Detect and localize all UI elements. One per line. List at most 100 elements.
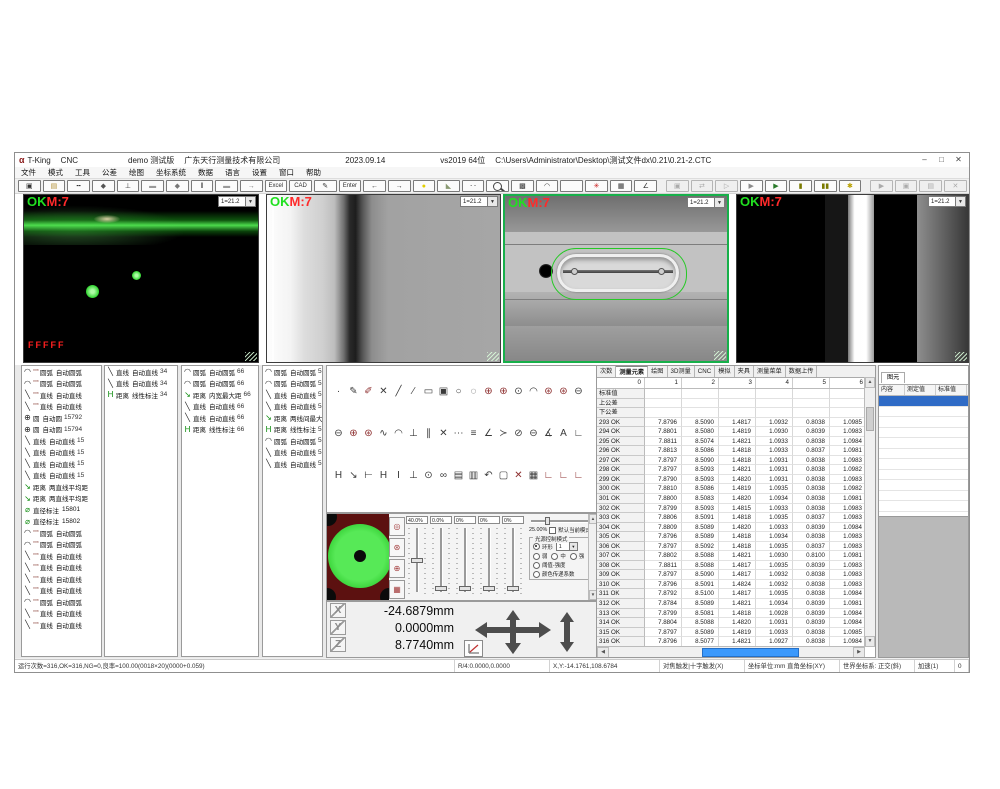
tolerance-row[interactable]: 下公差	[597, 408, 875, 418]
camera1-resize-grip[interactable]	[245, 352, 257, 361]
palette-tool-icon[interactable]: ⊛	[361, 426, 376, 441]
palette-tool-icon[interactable]: ✕	[511, 468, 526, 483]
table-vscrollbar[interactable]: ▲▼	[864, 377, 875, 647]
play-button[interactable]: ▶	[740, 180, 763, 192]
tab-次数[interactable]: 次数	[597, 366, 616, 377]
run-block-button[interactable]: ▮	[789, 180, 812, 192]
table-row[interactable]: 296 OK7.88138.50861.48181.09330.80371.09…	[597, 446, 875, 456]
palette-tool-icon[interactable]: ✐	[361, 384, 376, 399]
magnifier-button[interactable]	[486, 180, 509, 192]
table-row[interactable]: 309 OK7.87978.50901.48171.09320.80381.09…	[597, 570, 875, 580]
menu-绘图[interactable]: 绘图	[123, 167, 150, 178]
palette-tool-icon[interactable]: ∿	[376, 426, 391, 441]
default-mode-checkbox[interactable]	[549, 527, 556, 534]
tab-测量菜单[interactable]: 测量菜单	[754, 366, 786, 377]
palette-tool-icon[interactable]: ⊖	[571, 384, 586, 399]
tab-夹具[interactable]: 夹具	[735, 366, 754, 377]
laser-star-button[interactable]: ✳	[585, 180, 608, 192]
gray-block-2-button[interactable]: ▬	[215, 180, 238, 192]
slider-track[interactable]	[406, 526, 428, 596]
palette-tool-icon[interactable]: ╱	[391, 384, 406, 399]
list-item[interactable]: ╲***直线自动直线	[22, 562, 101, 574]
ring-index-dropdown[interactable]: 1▼	[556, 542, 578, 551]
palette-tool-icon[interactable]: H	[376, 468, 391, 483]
play-to-end-button[interactable]: ▶	[765, 180, 788, 192]
table-row[interactable]: 297 OK7.87978.50901.48181.09310.80381.09…	[597, 456, 875, 466]
list-item[interactable]: ◠***圆弧自动圆弧	[22, 366, 101, 378]
palette-tool-icon[interactable]: ▤	[451, 468, 466, 483]
list-item[interactable]: ╲直线自动直线15	[22, 458, 101, 470]
palette-tool-icon[interactable]: ⊘	[511, 426, 526, 441]
element-row[interactable]	[879, 491, 968, 502]
palette-tool-icon[interactable]: ✕	[376, 384, 391, 399]
list-item[interactable]: ⌀直径标注15801	[22, 504, 101, 516]
palette-tool-icon[interactable]: ⊕	[481, 384, 496, 399]
list-item[interactable]: ╲直线自动直线55	[263, 458, 322, 470]
menu-坐标系统[interactable]: 坐标系统	[150, 167, 192, 178]
list-item[interactable]: ╲***直线自动直线	[22, 619, 101, 631]
camera3-resize-grip[interactable]	[714, 351, 726, 360]
palette-tool-icon[interactable]: H	[331, 468, 346, 483]
list-item[interactable]: ╲直线自动直线55	[263, 389, 322, 401]
tolerance-row[interactable]: 上公差	[597, 399, 875, 409]
menu-数据[interactable]: 数据	[192, 167, 219, 178]
palette-tool-icon[interactable]: ∟	[541, 468, 556, 483]
camera-panel-4[interactable]: OKM:7 1=21.2▼	[736, 194, 969, 363]
list-item[interactable]: ╲***直线自动直线	[22, 401, 101, 413]
table-row[interactable]: 293 OK7.87968.50901.48171.09320.80381.09…	[597, 418, 875, 428]
palette-tool-icon[interactable]: ∞	[436, 468, 451, 483]
master-brightness-slider[interactable]	[529, 516, 591, 525]
table-row[interactable]: 313 OK7.87998.50811.48181.09280.80391.09…	[597, 609, 875, 619]
tab-CNC[interactable]: CNC	[695, 366, 715, 377]
element-row[interactable]	[879, 459, 968, 470]
angle-display-button[interactable]	[464, 640, 483, 657]
list-item[interactable]: ╲***直线自动直线	[22, 550, 101, 562]
slider-track[interactable]	[454, 526, 476, 596]
slider-thumb[interactable]	[411, 558, 423, 563]
list-item[interactable]: ◠圆弧自动圆弧55	[263, 378, 322, 390]
slider-thumb[interactable]	[459, 586, 471, 591]
palette-tool-icon[interactable]: ▥	[466, 468, 481, 483]
open-folder-button[interactable]: ▤	[43, 180, 66, 192]
tab-模拟[interactable]: 模拟	[715, 366, 734, 377]
camera4-zoom-select[interactable]: 1=21.2▼	[928, 196, 966, 207]
curve-button[interactable]: ◠	[536, 180, 559, 192]
lamp-button[interactable]: ●	[413, 180, 436, 192]
menu-文件[interactable]: 文件	[15, 167, 42, 178]
menu-窗口[interactable]: 窗口	[273, 167, 300, 178]
palette-tool-icon[interactable]: ⋯	[451, 426, 466, 441]
slider-track[interactable]	[430, 526, 452, 596]
camera-panel-2[interactable]: OKM:7 1=21.2▼	[266, 194, 501, 363]
level-radio-强[interactable]	[570, 553, 577, 560]
palette-tool-icon[interactable]: ▢	[496, 468, 511, 483]
palette-tool-icon[interactable]: ↶	[481, 468, 496, 483]
arrow-right-button[interactable]: →	[388, 180, 411, 192]
angle-chart-button[interactable]: ∠	[634, 180, 657, 192]
cad-export-button[interactable]: CAD	[289, 180, 312, 192]
palette-tool-icon[interactable]: ⊕	[346, 426, 361, 441]
list-item[interactable]: ╲直线自动直线55	[263, 447, 322, 459]
title-bar[interactable]: α T-King CNC demo 测试版 广东天行测量技术有限公司 2023.…	[15, 153, 969, 167]
element-row[interactable]	[879, 417, 968, 428]
menu-模式[interactable]: 模式	[42, 167, 69, 178]
palette-tool-icon[interactable]: A	[556, 426, 571, 441]
palette-tool-icon[interactable]: I	[391, 468, 406, 483]
slider-track[interactable]	[478, 526, 500, 596]
jog-arrows[interactable]	[475, 610, 579, 659]
light-mode-button-2[interactable]: ⊛	[389, 538, 405, 557]
palette-tool-icon[interactable]: ∕	[406, 384, 421, 399]
palette-tool-icon[interactable]: ∟	[571, 468, 586, 483]
list-item[interactable]: ╲直线自动直线34	[105, 378, 177, 390]
scroll-up-icon[interactable]: ▲	[865, 377, 875, 388]
list-item[interactable]: ╲直线自动直线66	[182, 412, 258, 424]
table-row[interactable]: 311 OK7.87928.51001.48171.09350.80381.09…	[597, 589, 875, 599]
scroll-left-icon[interactable]: ◀	[597, 647, 609, 658]
palette-tool-icon[interactable]: ⊥	[406, 468, 421, 483]
palette-tool-icon[interactable]: ▦	[526, 468, 541, 483]
list-item[interactable]: ╲直线自动直线66	[182, 401, 258, 413]
list-item[interactable]: ◠***圆弧自动圆弧	[22, 596, 101, 608]
save-button[interactable]: ▣	[18, 180, 41, 192]
tolerance-row[interactable]: 标准值	[597, 389, 875, 399]
menu-帮助[interactable]: 帮助	[300, 167, 327, 178]
pen-button[interactable]: ✎	[314, 180, 337, 192]
